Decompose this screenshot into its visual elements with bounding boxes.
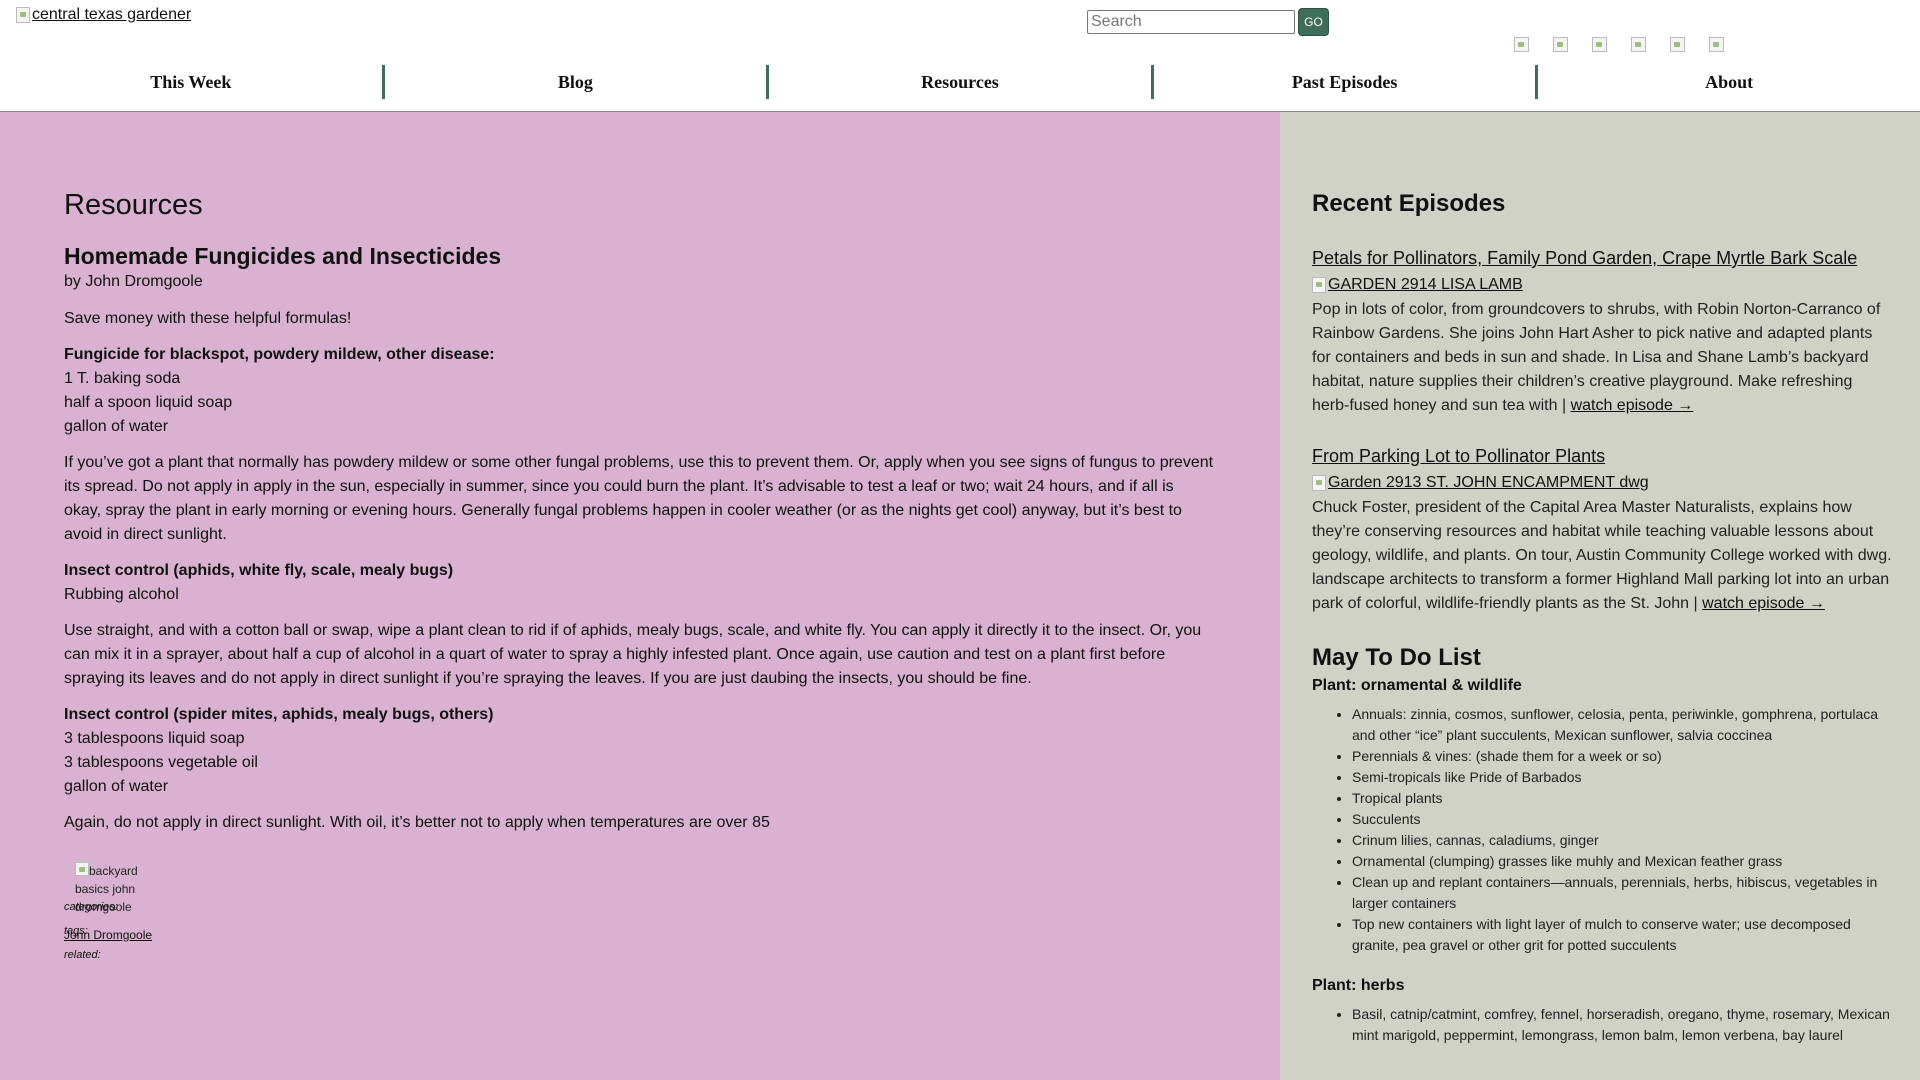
byline: by John Dromgoole bbox=[64, 273, 203, 290]
social-icon-2[interactable] bbox=[1553, 37, 1568, 52]
todo-section-heading: Plant: ornamental & wildlife bbox=[1312, 677, 1522, 694]
episode-image-alt: GARDEN 2914 LISA LAMB bbox=[1328, 276, 1523, 293]
recent-episodes-heading: Recent Episodes bbox=[1312, 190, 1506, 217]
ingredient: gallon of water bbox=[64, 418, 169, 435]
insect2-section: Insect control (spider mites, aphids, me… bbox=[64, 703, 1214, 799]
todo-item: Top new containers with light layer of m… bbox=[1352, 914, 1892, 956]
page-title: Resources bbox=[64, 189, 203, 221]
sidebar: Recent Episodes Petals for Pollinators, … bbox=[1280, 112, 1920, 1080]
todo-item: Ornamental (clumping) grasses like muhly… bbox=[1352, 851, 1892, 872]
related-thumbnail[interactable]: backyard basics john dromgoole bbox=[75, 862, 155, 916]
watch-episode-link[interactable]: watch episode → bbox=[1571, 397, 1694, 414]
nav-this-week[interactable]: This Week bbox=[0, 64, 382, 100]
social-icon-1[interactable] bbox=[1514, 37, 1529, 52]
todo-item: Succulents bbox=[1352, 809, 1892, 830]
logo-alt-text: central texas gardener bbox=[32, 6, 192, 23]
episode-description: Pop in lots of color, from groundcovers … bbox=[1312, 298, 1892, 418]
intro-text: Save money with these helpful formulas! bbox=[64, 310, 352, 327]
post-title: Homemade Fungicides and Insecticides bbox=[64, 243, 502, 269]
ingredient: 3 tablespoons liquid soap bbox=[64, 730, 245, 747]
article: Resources Homemade Fungicides and Insect… bbox=[64, 188, 1214, 847]
ingredient: gallon of water bbox=[64, 778, 169, 795]
ingredient: 3 tablespoons vegetable oil bbox=[64, 754, 258, 771]
search-go-button[interactable]: GO bbox=[1298, 8, 1329, 36]
todo-list: Annuals: zinnia, cosmos, sunflower, celo… bbox=[1312, 704, 1892, 956]
ingredient: half a spoon liquid soap bbox=[64, 394, 233, 411]
related-label: related: bbox=[64, 949, 101, 961]
related-link-john-dromgoole[interactable]: John Dromgoole bbox=[64, 928, 152, 942]
todo-item: Annuals: zinnia, cosmos, sunflower, celo… bbox=[1352, 704, 1892, 746]
broken-image-icon bbox=[16, 7, 30, 23]
ingredient: 1 T. baking soda bbox=[64, 370, 181, 387]
todo-item: Semi-tropicals like Pride of Barbados bbox=[1352, 767, 1892, 788]
todo-item: Basil, catnip/catmint, comfrey, fennel, … bbox=[1352, 1004, 1892, 1046]
insect1-instructions: Use straight, and with a cotton ball or … bbox=[64, 622, 1202, 687]
social-icon-3[interactable] bbox=[1592, 37, 1607, 52]
social-icon-5[interactable] bbox=[1670, 37, 1685, 52]
fungicide-heading: Fungicide for blackspot, powdery mildew,… bbox=[64, 346, 495, 363]
insect2-heading: Insect control (spider mites, aphids, me… bbox=[64, 706, 494, 723]
ingredient: Rubbing alcohol bbox=[64, 586, 179, 603]
watch-episode-link[interactable]: watch episode → bbox=[1702, 595, 1825, 612]
broken-image-icon bbox=[1312, 475, 1326, 491]
insect1-section: Insect control (aphids, white fly, scale… bbox=[64, 559, 1214, 607]
todo-item: Clean up and replant containers—annuals,… bbox=[1352, 872, 1892, 914]
todo-item: Perennials & vines: (shade them for a we… bbox=[1352, 746, 1892, 767]
broken-image-icon bbox=[75, 862, 89, 876]
search-form: GO bbox=[1087, 8, 1329, 36]
social-links bbox=[1514, 37, 1724, 52]
episode-image[interactable]: Garden 2913 ST. JOHN ENCAMPMENT dwg bbox=[1312, 474, 1892, 492]
insect1-heading: Insect control (aphids, white fly, scale… bbox=[64, 562, 454, 579]
broken-image-icon bbox=[1312, 277, 1326, 293]
insect2-instructions: Again, do not apply in direct sunlight. … bbox=[64, 814, 770, 831]
todo-section-heading: Plant: herbs bbox=[1312, 977, 1405, 994]
episode-description: Chuck Foster, president of the Capital A… bbox=[1312, 496, 1892, 616]
todo-list: Basil, catnip/catmint, comfrey, fennel, … bbox=[1312, 1004, 1892, 1046]
todo-item: Crinum lilies, cannas, caladiums, ginger bbox=[1352, 830, 1892, 851]
fungicide-section: Fungicide for blackspot, powdery mildew,… bbox=[64, 343, 1214, 439]
episode-image-alt: Garden 2913 ST. JOHN ENCAMPMENT dwg bbox=[1328, 474, 1649, 491]
social-icon-6[interactable] bbox=[1709, 37, 1724, 52]
nav-resources[interactable]: Resources bbox=[769, 64, 1151, 100]
site-header: central texas gardener GO This Week Blog… bbox=[0, 0, 1920, 112]
social-icon-4[interactable] bbox=[1631, 37, 1646, 52]
main-content: Resources Homemade Fungicides and Insect… bbox=[0, 112, 1280, 1080]
fungicide-instructions: If you’ve got a plant that normally has … bbox=[64, 454, 1214, 543]
todo-item: Tropical plants bbox=[1352, 788, 1892, 809]
episode-image[interactable]: GARDEN 2914 LISA LAMB bbox=[1312, 276, 1892, 294]
episode-title-link[interactable]: From Parking Lot to Pollinator Plants bbox=[1312, 444, 1892, 468]
nav-past-episodes[interactable]: Past Episodes bbox=[1154, 64, 1536, 100]
sidebar-inner: Recent Episodes Petals for Pollinators, … bbox=[1312, 188, 1892, 1064]
todo-heading: May To Do List bbox=[1312, 644, 1481, 671]
search-input[interactable] bbox=[1087, 10, 1295, 34]
main-nav: This Week Blog Resources Past Episodes A… bbox=[0, 64, 1920, 100]
site-logo[interactable]: central texas gardener bbox=[16, 6, 191, 24]
episode-title-link[interactable]: Petals for Pollinators, Family Pond Gard… bbox=[1312, 246, 1892, 270]
nav-blog[interactable]: Blog bbox=[385, 64, 767, 100]
nav-about[interactable]: About bbox=[1538, 64, 1920, 100]
